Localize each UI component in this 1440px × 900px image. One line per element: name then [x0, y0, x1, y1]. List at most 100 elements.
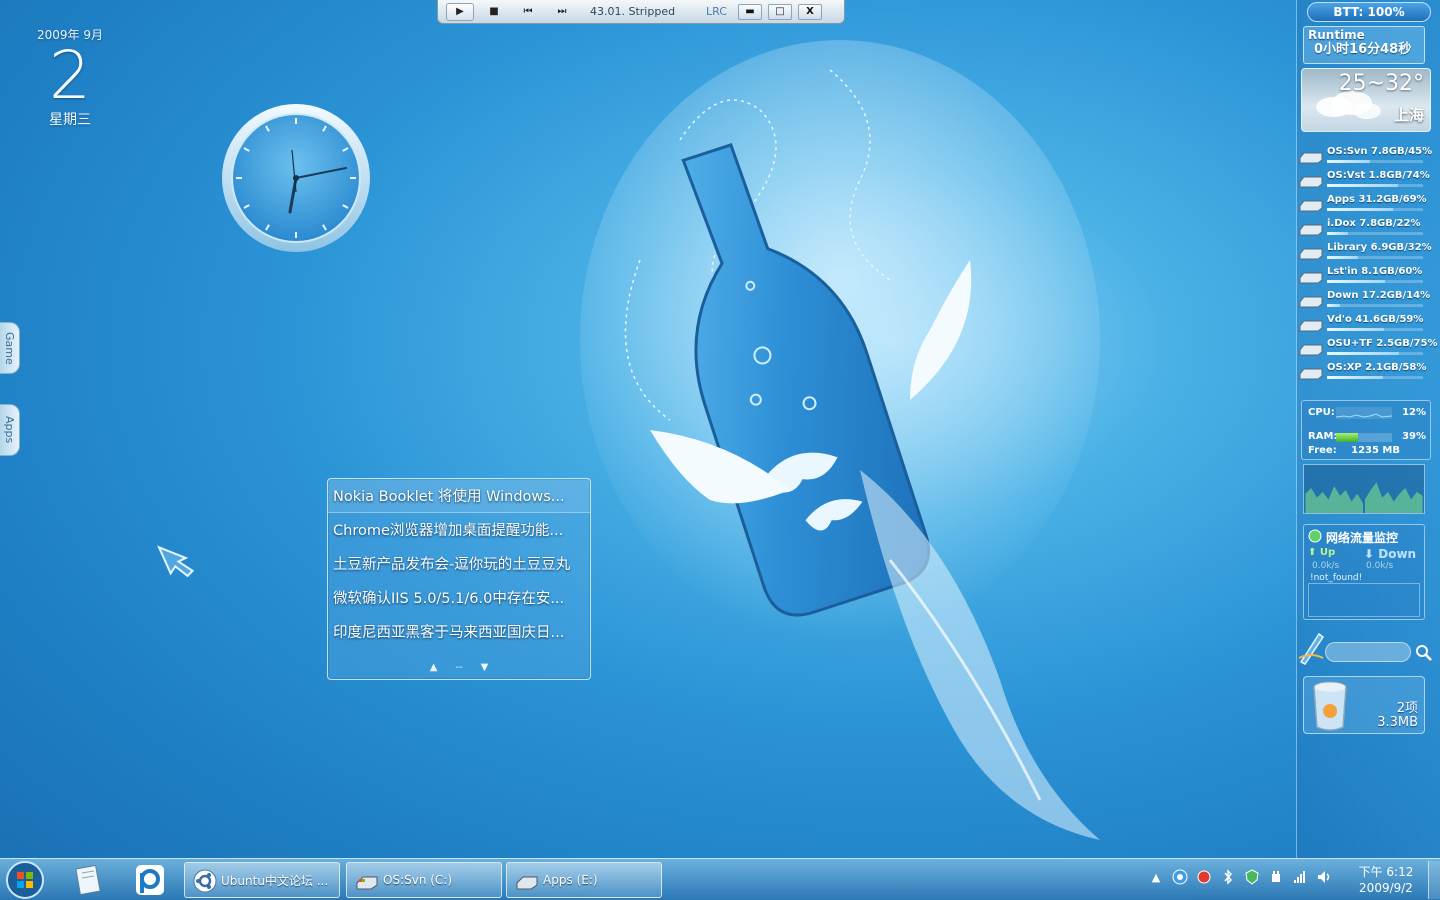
network-icon	[1308, 529, 1322, 543]
stop-button[interactable]: ■	[480, 3, 508, 21]
start-button[interactable]	[4, 860, 46, 900]
power-plug-icon[interactable]	[1268, 869, 1284, 885]
search-input[interactable]	[1325, 642, 1411, 662]
news-item[interactable]: 微软确认IIS 5.0/5.1/6.0中存在安...	[328, 581, 590, 615]
drive-label: Library 6.9GB/32%	[1327, 242, 1432, 253]
drive-usage-fill	[1327, 328, 1384, 331]
record-icon[interactable]	[1196, 869, 1212, 885]
gadget-sidebar: BTT: 100% Runtime 0小时16分48秒 25~32° 上海 OS…	[1296, 0, 1440, 858]
previous-track-button[interactable]: ⏮	[514, 3, 542, 21]
show-desktop-button[interactable]	[1428, 861, 1440, 899]
news-item[interactable]: Chrome浏览器增加桌面提醒功能...	[328, 513, 590, 547]
weather-temperature: 25~32°	[1338, 71, 1424, 96]
hard-drive-icon	[1299, 200, 1323, 212]
drive-usage-fill	[1327, 160, 1371, 163]
drive-item[interactable]: Lst'in 8.1GB/60%	[1299, 264, 1439, 288]
drive-usage-fill	[1327, 352, 1399, 355]
drive-item[interactable]: OS:Svn 7.8GB/45%	[1299, 144, 1439, 168]
cpu-value: 12%	[1402, 407, 1426, 418]
system-tray: ▲	[1148, 869, 1332, 885]
side-dock-tab-apps[interactable]: Apps	[0, 404, 20, 456]
hard-drive-icon	[1299, 152, 1323, 164]
search-icon[interactable]	[1415, 644, 1433, 662]
network-status: !not_found!	[1310, 573, 1363, 583]
network-monitor-gadget: 网络流量监控 ⬆ Up ⬇ Down 0.0k/s 0.0k/s !not_fo…	[1303, 524, 1425, 620]
taskbar-button-label: Ubuntu中文论坛 ...	[221, 873, 329, 888]
weather-gadget[interactable]: 25~32° 上海	[1301, 68, 1431, 132]
media-player-bar: ▶ ■ ⏮ ⏭ 43.01. Stripped LRC ▬ □ X	[437, 0, 845, 24]
weather-city: 上海	[1393, 106, 1424, 124]
news-previous-button[interactable]: ▲	[430, 662, 438, 673]
upload-label: ⬆ Up	[1308, 547, 1336, 558]
app-tray-icon[interactable]	[1172, 869, 1188, 885]
drive-label: OS:Vst 1.8GB/74%	[1327, 170, 1430, 181]
news-item[interactable]: 印度尼西亚黑客于马来西亚国庆日...	[328, 615, 590, 649]
taskbar-button-label: Apps (E:)	[543, 873, 598, 887]
news-feed-gadget: Nokia Booklet 将使用 Windows... Chrome浏览器增加…	[327, 478, 591, 680]
cpu-history-graph	[1303, 464, 1425, 514]
news-item[interactable]: Nokia Booklet 将使用 Windows...	[328, 479, 590, 513]
network-graph	[1308, 583, 1420, 617]
drive-item[interactable]: OSU+TF 2.5GB/75%	[1299, 336, 1439, 360]
hard-drive-icon	[1299, 176, 1323, 188]
news-next-button[interactable]: ▼	[481, 662, 489, 673]
side-dock-tab-game[interactable]: Game	[0, 322, 20, 374]
drive-usage-fill	[1327, 232, 1349, 235]
hard-drive-icon	[1299, 344, 1323, 356]
volume-icon[interactable]	[1316, 869, 1332, 885]
drive-item[interactable]: Apps 31.2GB/69%	[1299, 192, 1439, 216]
free-memory-value: 1235 MB	[1351, 445, 1400, 456]
network-monitor-title: 网络流量监控	[1326, 531, 1399, 545]
show-hidden-icons-button[interactable]: ▲	[1148, 869, 1164, 885]
drive-icon	[356, 876, 378, 890]
free-memory-label: Free:	[1308, 445, 1337, 456]
drive-usage-bar	[1327, 352, 1423, 355]
date-gadget: 2009年 9月 2 星期三	[28, 26, 112, 129]
wallpaper-bottle-art	[580, 40, 1100, 840]
drive-usage-fill	[1327, 280, 1385, 283]
close-button[interactable]: X	[798, 3, 822, 20]
taskbar-button-ubuntu-forum[interactable]: Ubuntu中文论坛 ...	[184, 862, 340, 898]
drive-item[interactable]: Vd'o 41.6GB/59%	[1299, 312, 1439, 336]
play-button[interactable]: ▶	[446, 2, 474, 21]
taskbar-date: 2009/9/2	[1359, 881, 1413, 895]
bluetooth-icon[interactable]	[1220, 869, 1236, 885]
drive-label: i.Dox 7.8GB/22%	[1327, 218, 1421, 229]
drive-item[interactable]: i.Dox 7.8GB/22%	[1299, 216, 1439, 240]
cpu-graph	[1336, 407, 1392, 419]
security-shield-icon[interactable]	[1244, 869, 1260, 885]
taskbar-button-label: OS:Svn (C:)	[383, 873, 453, 887]
drive-usage-bar	[1327, 160, 1423, 163]
taskbar-button-apps-drive[interactable]: Apps (E:)	[506, 862, 662, 898]
hard-drive-icon	[1299, 248, 1323, 260]
ram-label: RAM:	[1308, 431, 1338, 442]
lyrics-button[interactable]: LRC	[706, 5, 732, 18]
taskbar-clock[interactable]: 下午 6:12 2009/9/2	[1350, 864, 1422, 896]
drive-item[interactable]: OS:Vst 1.8GB/74%	[1299, 168, 1439, 192]
system-monitor-gadget: CPU: 12% RAM: 39% Free: 1235 MB	[1301, 400, 1431, 460]
drive-item[interactable]: Down 17.2GB/14%	[1299, 288, 1439, 312]
next-track-button[interactable]: ⏭	[548, 3, 576, 21]
recycle-bin-size: 3.3MB	[1377, 715, 1418, 730]
ram-bar-fill	[1336, 433, 1358, 442]
maximize-button[interactable]: □	[768, 3, 792, 20]
recycle-bin-gadget[interactable]: 2项 3.3MB	[1303, 676, 1425, 734]
drive-usage-bar	[1327, 376, 1423, 379]
battery-status: BTT: 100%	[1307, 2, 1431, 22]
hard-drive-icon	[1299, 224, 1323, 236]
minimize-button[interactable]: ▬	[738, 3, 762, 20]
drive-item[interactable]: OS:XP 2.1GB/58%	[1299, 360, 1439, 384]
news-item[interactable]: 土豆新产品发布会-逗你玩的土豆豆丸	[328, 547, 590, 581]
network-signal-icon[interactable]	[1292, 869, 1308, 885]
ram-value: 39%	[1402, 431, 1426, 442]
hard-drive-icon	[1299, 272, 1323, 284]
drive-usage-fill	[1327, 304, 1341, 307]
notepad-pinned-icon[interactable]	[68, 863, 108, 897]
drive-item[interactable]: Library 6.9GB/32%	[1299, 240, 1439, 264]
taskbar-button-os-svn-drive[interactable]: OS:Svn (C:)	[346, 862, 502, 898]
app-p-pinned-icon[interactable]	[130, 863, 170, 897]
drive-list: OS:Svn 7.8GB/45% OS:Vst 1.8GB/74% Apps 31.…	[1299, 144, 1439, 384]
hard-drive-icon	[1299, 368, 1323, 380]
cpu-label: CPU:	[1308, 407, 1335, 418]
drive-usage-fill	[1327, 256, 1358, 259]
